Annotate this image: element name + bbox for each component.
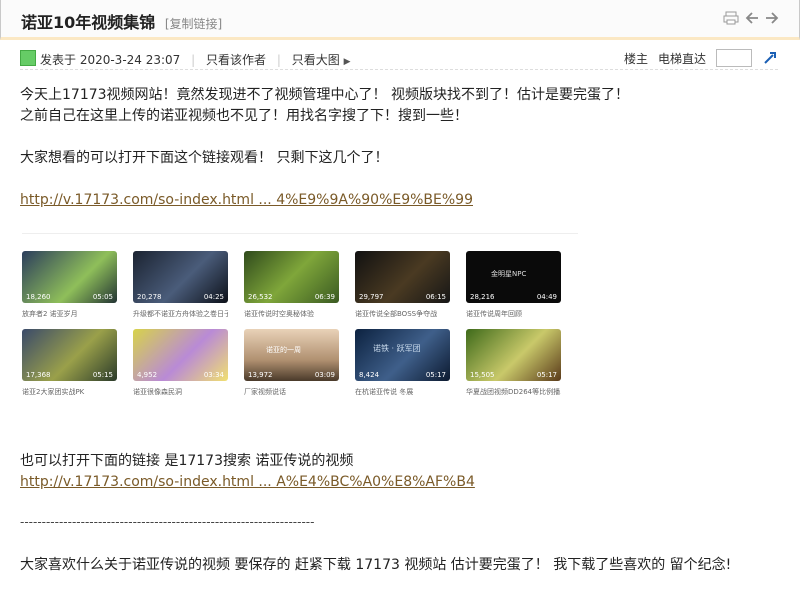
online-status-icon xyxy=(20,50,36,66)
video-card[interactable]: 15,505 05:17 华夏战团视频DD264等比例播... xyxy=(466,329,561,407)
thumbnail-overlay-text: 诺铁 · 跃军团 xyxy=(373,344,421,353)
paragraph-1: 今天上17173视频网站！竟然发现进不了视频管理中心了！ 视频版块找不到了！估计… xyxy=(20,87,629,103)
post-date: 发表于 2020-3-24 23:07 xyxy=(40,53,181,67)
video-title[interactable]: 诺亚传说时空奥秘体验 xyxy=(244,309,339,319)
post-content: 今天上17173视频网站！竟然发现进不了视频管理中心了！ 视频版块找不到了！估计… xyxy=(20,85,780,211)
video-title[interactable]: 升级都不诺亚方舟体验之卷日子 xyxy=(133,309,228,319)
video-duration: 05:15 xyxy=(92,371,113,379)
video-thumbnail[interactable]: 4,952 03:34 xyxy=(133,329,228,381)
video-duration: 04:49 xyxy=(536,293,557,301)
video-card[interactable]: 金明星NPC 28,216 04:49 诺亚传说周年回顾 xyxy=(466,251,561,329)
search-link-2[interactable]: http://v.17173.com/so-index.html ... A%E… xyxy=(20,474,475,490)
video-duration: 06:39 xyxy=(314,293,335,301)
view-count: 20,278 xyxy=(137,293,162,301)
post-right-controls: 楼主 电梯直达 xyxy=(624,49,778,67)
video-card[interactable]: 诺亚的一周 13,972 03:09 厂家视频说话 xyxy=(244,329,339,407)
video-title[interactable]: 诺亚很像森民洞 xyxy=(133,387,228,397)
play-arrow-icon: ▶ xyxy=(343,57,351,67)
video-grid-panel: 18,260 05:05 放弃者2 诺亚岁月 20,278 04:25 升级都不… xyxy=(22,233,578,407)
copy-link-button[interactable]: [复制链接] xyxy=(165,17,222,31)
video-card[interactable]: 诺铁 · 跃军团 8,424 05:17 在杭诺亚传说 冬展 xyxy=(355,329,450,407)
text-divider: ----------------------------------------… xyxy=(20,515,315,529)
thread-title: 诺亚10年视频集锦 [复制链接] xyxy=(21,9,222,33)
post-info-bar: 发表于 2020-3-24 23:07 | 只看该作者 | 只看大图 ▶ 楼主 … xyxy=(20,47,778,70)
video-card[interactable]: 18,260 05:05 放弃者2 诺亚岁月 xyxy=(22,251,117,329)
video-title[interactable]: 诺亚传说周年回顾 xyxy=(466,309,561,319)
paragraph-3: 大家想看的可以打开下面这个链接观看！ 只剩下这几个了！ xyxy=(20,150,389,166)
view-count: 28,216 xyxy=(470,293,495,301)
video-thumbnail[interactable]: 26,532 06:39 xyxy=(244,251,339,303)
video-thumbnail[interactable]: 29,797 06:15 xyxy=(355,251,450,303)
view-count: 29,797 xyxy=(359,293,384,301)
video-grid: 18,260 05:05 放弃者2 诺亚岁月 20,278 04:25 升级都不… xyxy=(22,251,578,407)
view-count: 17,368 xyxy=(26,371,51,379)
search-link-1[interactable]: http://v.17173.com/so-index.html ... 4%E… xyxy=(20,192,473,208)
paragraph-4: 也可以打开下面的链接 是17173搜索 诺亚传说的视频 xyxy=(20,453,354,469)
post-meta: 发表于 2020-3-24 23:07 | 只看该作者 | 只看大图 ▶ xyxy=(40,53,351,67)
title-actions xyxy=(723,11,779,25)
floor-jump-label: 电梯直达 xyxy=(657,51,706,66)
video-title[interactable]: 诺亚传说全部BOSS争夺战 xyxy=(355,309,450,319)
video-thumbnail[interactable]: 17,368 05:15 xyxy=(22,329,117,381)
video-duration: 04:25 xyxy=(203,293,224,301)
video-thumbnail[interactable]: 金明星NPC 28,216 04:49 xyxy=(466,251,561,303)
video-card[interactable]: 20,278 04:25 升级都不诺亚方舟体验之卷日子 xyxy=(133,251,228,329)
video-thumbnail[interactable]: 20,278 04:25 xyxy=(133,251,228,303)
post-content-lower: 也可以打开下面的链接 是17173搜索 诺亚传说的视频 http://v.171… xyxy=(20,451,780,493)
video-duration: 03:09 xyxy=(314,371,335,379)
view-count: 15,505 xyxy=(470,371,495,379)
video-title[interactable]: 诺亚2大家团实战PK xyxy=(22,387,117,397)
video-duration: 06:15 xyxy=(425,293,446,301)
video-card[interactable]: 17,368 05:15 诺亚2大家团实战PK xyxy=(22,329,117,407)
only-author-link[interactable]: 只看该作者 xyxy=(206,53,266,67)
view-count: 8,424 xyxy=(359,371,380,379)
video-card[interactable]: 26,532 06:39 诺亚传说时空奥秘体验 xyxy=(244,251,339,329)
view-count: 26,532 xyxy=(248,293,273,301)
next-thread-icon[interactable] xyxy=(765,11,779,25)
floor-number-input[interactable] xyxy=(716,49,752,67)
video-card[interactable]: 29,797 06:15 诺亚传说全部BOSS争夺战 xyxy=(355,251,450,329)
thread-title-text: 诺亚10年视频集锦 xyxy=(21,13,156,32)
thumbnail-overlay-text: 诺亚的一周 xyxy=(266,346,301,354)
video-thumbnail[interactable]: 诺铁 · 跃军团 8,424 05:17 xyxy=(355,329,450,381)
video-duration: 05:17 xyxy=(536,371,557,379)
view-count: 18,260 xyxy=(26,293,51,301)
video-title[interactable]: 在杭诺亚传说 冬展 xyxy=(355,387,450,397)
video-duration: 05:05 xyxy=(92,293,113,301)
view-count: 13,972 xyxy=(248,371,273,379)
thumbnail-overlay-text: 金明星NPC xyxy=(491,270,527,278)
thread-title-bar: 诺亚10年视频集锦 [复制链接] xyxy=(0,0,800,40)
video-title[interactable]: 放弃者2 诺亚岁月 xyxy=(22,309,117,319)
print-icon[interactable] xyxy=(723,11,739,25)
only-images-link[interactable]: 只看大图 xyxy=(292,53,340,67)
post-content-footer: 大家喜欢什么关于诺亚传说的视频 要保存的 赶紧下载 17173 视频站 估计要完… xyxy=(20,555,780,576)
video-duration: 05:17 xyxy=(425,371,446,379)
video-thumbnail[interactable]: 18,260 05:05 xyxy=(22,251,117,303)
video-thumbnail[interactable]: 诺亚的一周 13,972 03:09 xyxy=(244,329,339,381)
previous-thread-icon[interactable] xyxy=(745,11,759,25)
view-count: 4,952 xyxy=(137,371,158,379)
video-card[interactable]: 4,952 03:34 诺亚很像森民洞 xyxy=(133,329,228,407)
video-thumbnail[interactable]: 15,505 05:17 xyxy=(466,329,561,381)
video-title[interactable]: 华夏战团视频DD264等比例播... xyxy=(466,387,561,397)
paragraph-5: 大家喜欢什么关于诺亚传说的视频 要保存的 赶紧下载 17173 视频站 估计要完… xyxy=(20,557,732,573)
video-title[interactable]: 厂家视频说话 xyxy=(244,387,339,397)
owner-label: 楼主 xyxy=(623,51,648,66)
paragraph-2: 之前自己在这里上传的诺亚视频也不见了！用找名字搜了下！搜到一些！ xyxy=(20,108,468,124)
go-icon[interactable] xyxy=(762,50,778,66)
video-duration: 03:34 xyxy=(203,371,224,379)
